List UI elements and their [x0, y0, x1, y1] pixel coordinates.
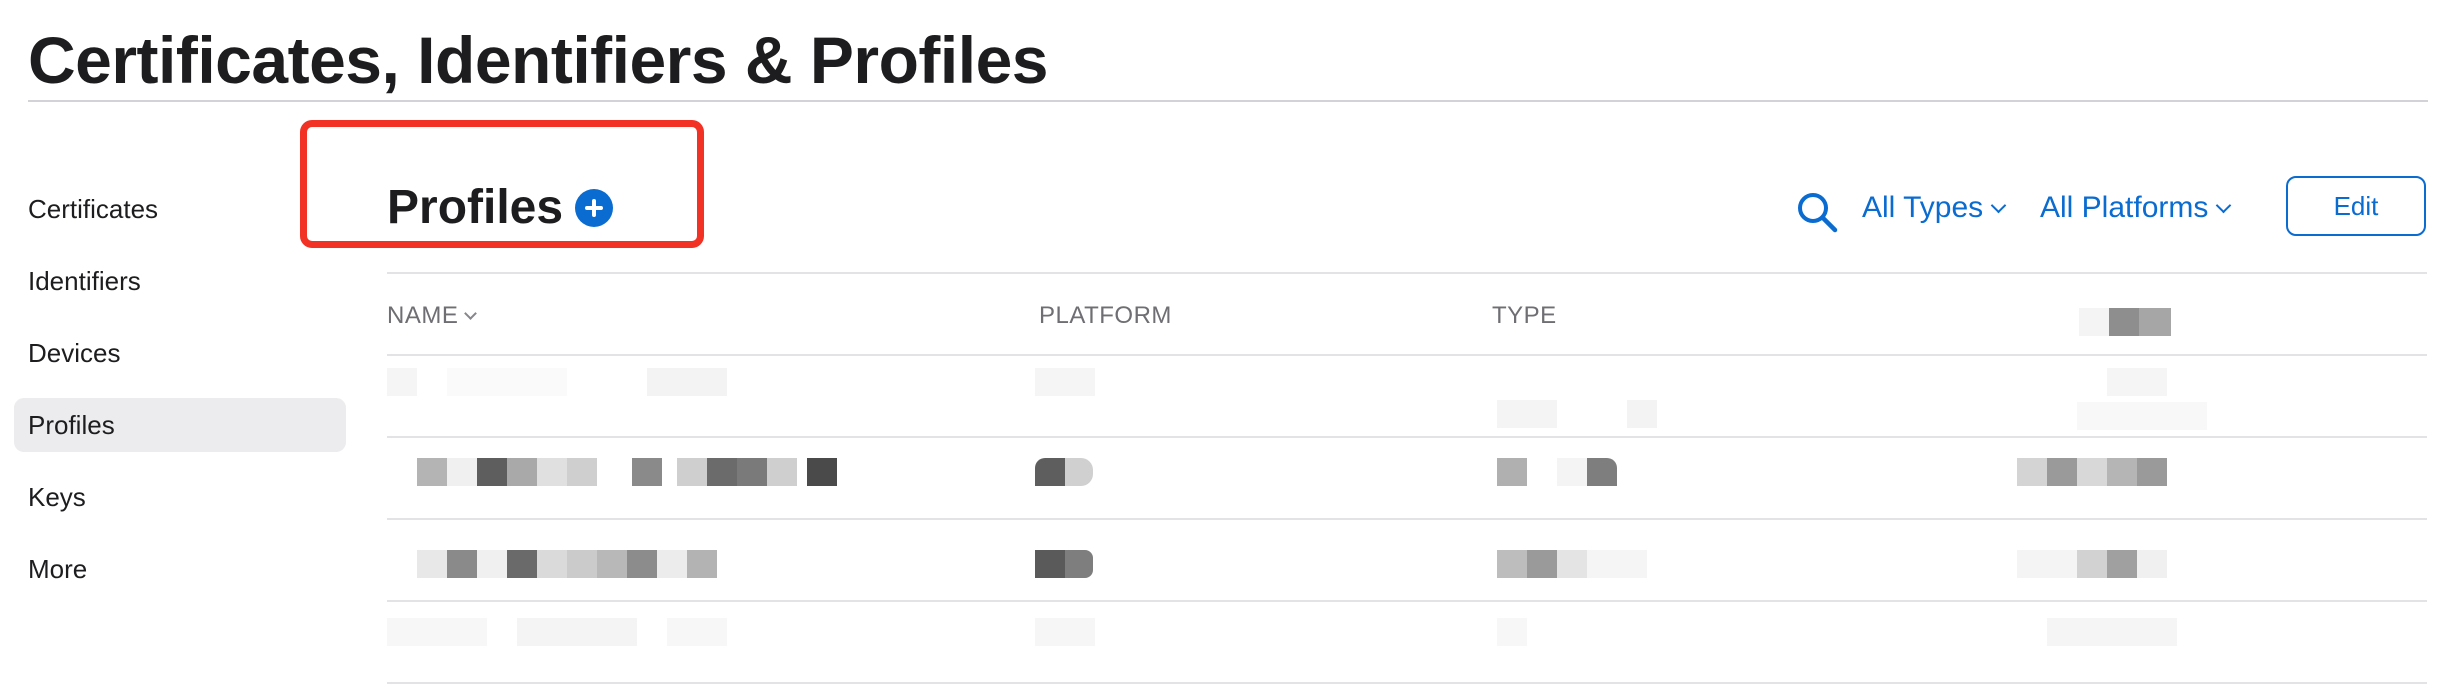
title-divider: [28, 100, 2428, 102]
column-header-type: TYPE: [1492, 302, 1557, 330]
chevron-down-icon: [464, 307, 478, 320]
table-cell-redacted: [2047, 368, 2207, 430]
search-icon[interactable]: [1795, 190, 1839, 234]
table-divider: [387, 436, 2427, 438]
sidebar: Certificates Identifiers Devices Profile…: [14, 182, 346, 614]
sidebar-item-keys[interactable]: Keys: [14, 470, 346, 524]
chevron-down-icon: [2216, 197, 2232, 214]
add-profile-button[interactable]: [575, 189, 613, 227]
table-cell-redacted: [387, 368, 727, 396]
sidebar-item-identifiers[interactable]: Identifiers: [14, 254, 346, 308]
table-divider: [387, 272, 2427, 274]
table-cell-redacted: [1497, 550, 1657, 578]
sidebar-item-more[interactable]: More: [14, 542, 346, 596]
page-title: Certificates, Identifiers & Profiles: [28, 23, 1049, 97]
table-cell-redacted: [1035, 618, 1095, 646]
column-header-label: TYPE: [1492, 302, 1557, 329]
table-cell-redacted: [1035, 550, 1095, 578]
column-header-label: PLATFORM: [1039, 302, 1172, 329]
sidebar-item-label: Identifiers: [28, 266, 141, 296]
filter-types-dropdown[interactable]: All Types: [1862, 188, 2007, 228]
sidebar-item-label: More: [28, 554, 88, 584]
filter-types-label: All Types: [1862, 191, 1984, 224]
redacted-header: [2079, 308, 2171, 336]
table-divider: [387, 682, 2427, 684]
section-heading: Profiles: [387, 181, 564, 234]
sidebar-item-label: Certificates: [28, 194, 159, 224]
filter-platforms-dropdown[interactable]: All Platforms: [2040, 188, 2232, 228]
sidebar-item-profiles[interactable]: Profiles: [14, 398, 346, 452]
table-cell-redacted: [1497, 618, 1577, 646]
sidebar-item-label: Profiles: [28, 410, 115, 440]
table-cell-redacted: [387, 618, 727, 646]
column-header-platform: PLATFORM: [1039, 302, 1172, 330]
filter-platforms-label: All Platforms: [2040, 191, 2209, 224]
column-header-label: NAME: [387, 302, 459, 329]
edit-button[interactable]: Edit: [2286, 176, 2426, 236]
table-cell-redacted: [417, 550, 737, 578]
sidebar-item-label: Devices: [28, 338, 121, 368]
table-divider: [387, 354, 2427, 356]
sidebar-item-certificates[interactable]: Certificates: [14, 182, 346, 236]
table-cell-redacted: [2017, 458, 2177, 486]
table-divider: [387, 600, 2427, 602]
sidebar-item-devices[interactable]: Devices: [14, 326, 346, 380]
table-cell-redacted: [1035, 368, 1095, 396]
table-cell-redacted: [2017, 550, 2177, 578]
table-cell-redacted: [417, 458, 857, 486]
table-cell-redacted: [1035, 458, 1095, 486]
table-cell-redacted: [2017, 618, 2177, 646]
column-header-name[interactable]: NAME: [387, 302, 478, 330]
table-divider: [387, 518, 2427, 520]
table-cell-redacted: [1497, 400, 1667, 428]
chevron-down-icon: [1990, 197, 2007, 214]
sidebar-item-label: Keys: [28, 482, 86, 512]
table-cell-redacted: [1497, 458, 1667, 486]
